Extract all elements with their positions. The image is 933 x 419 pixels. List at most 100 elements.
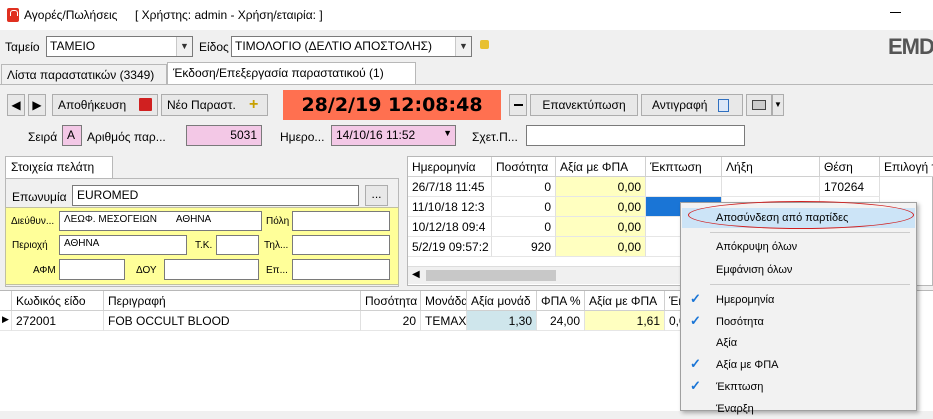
- row-indicator-icon: ▶: [0, 311, 12, 331]
- column-header[interactable]: Αξία με ΦΠΑ: [585, 291, 665, 311]
- arithmos-field[interactable]: 5031: [186, 125, 262, 146]
- column-header[interactable]: Περιγραφή: [104, 291, 361, 311]
- arithmos-value: 5031: [230, 128, 257, 142]
- new-document-button[interactable]: Νέο Παραστ. +: [161, 94, 268, 116]
- table-cell[interactable]: 1,61: [585, 311, 665, 331]
- table-cell[interactable]: [646, 177, 722, 197]
- column-header[interactable]: Αξία μονάδ: [467, 291, 537, 311]
- next-button[interactable]: ▶: [28, 94, 46, 116]
- area-field[interactable]: ΑΘΗΝΑ: [59, 235, 187, 255]
- tameio-value: ΤΑΜΕΙΟ: [50, 39, 96, 53]
- table-cell[interactable]: 170264: [820, 177, 880, 197]
- tk-field[interactable]: [216, 235, 259, 255]
- window-title: Αγορές/Πωλήσεις: [24, 8, 118, 22]
- menu-item[interactable]: Εμφάνιση όλων: [682, 260, 915, 280]
- column-header[interactable]: ΦΠΑ %: [537, 291, 585, 311]
- table-cell[interactable]: 11/10/18 12:3: [408, 197, 492, 217]
- address-field[interactable]: ΛΕΩΦ. ΜΕΣΟΓΕΙΩΝ ΑΘΗΝΑ: [59, 211, 262, 231]
- menu-item-label: Εμφάνιση όλων: [716, 264, 793, 276]
- table-cell[interactable]: 24,00: [537, 311, 585, 331]
- column-header[interactable]: Ποσότητα: [361, 291, 421, 311]
- table-cell[interactable]: 920: [492, 237, 556, 257]
- column-header[interactable]: Επιλογή τ: [880, 157, 933, 177]
- chevron-down-icon[interactable]: ▼: [176, 37, 192, 56]
- sxet-field[interactable]: [526, 125, 745, 146]
- context-menu-items: Αποσύνδεση από παρτίδες Απόκρυψη όλων Εμφά…: [680, 202, 917, 415]
- table-cell[interactable]: 0,00: [556, 237, 646, 257]
- doy-label: ΔΟΥ: [136, 265, 157, 276]
- chevron-down-icon[interactable]: ▼: [443, 128, 452, 138]
- checkmark-icon: ✓: [690, 291, 701, 306]
- copy-label: Αντιγραφή: [652, 98, 708, 112]
- menu-item[interactable]: ✓ Ποσότητα: [682, 312, 915, 332]
- eidos-select[interactable]: ΤΙΜΟΛΟΓΙΟ (ΔΕΛΤΙΟ ΑΠΟΣΤΟΛΗΣ) ▼: [231, 36, 472, 57]
- horizontal-scrollbar[interactable]: ◀: [408, 266, 680, 284]
- column-header[interactable]: Ημερομηνία: [408, 157, 492, 177]
- date-field[interactable]: 14/10/16 11:52 ▼: [331, 125, 456, 146]
- tab-document-edit[interactable]: Έκδοση/Επεξεργασία παραστατικού (1): [167, 62, 416, 84]
- menu-item[interactable]: Έναρξη: [682, 399, 915, 419]
- lock-icon[interactable]: [480, 40, 489, 49]
- column-header[interactable]: Μονάδα: [421, 291, 467, 311]
- column-header[interactable]: Θέση: [820, 157, 880, 177]
- table-cell[interactable]: 0: [492, 177, 556, 197]
- table-cell[interactable]: 0,00: [556, 177, 646, 197]
- dots-label: ...: [371, 187, 382, 201]
- ep-field[interactable]: [292, 259, 390, 280]
- datetime-display: 28/2/19 12:08:48: [283, 90, 501, 120]
- eidos-value: ΤΙΜΟΛΟΓΙΟ (ΔΕΛΤΙΟ ΑΠΟΣΤΟΛΗΣ): [235, 39, 433, 53]
- column-header[interactable]: Αξία με ΦΠΑ: [556, 157, 646, 177]
- table-cell[interactable]: 10/12/18 09:4: [408, 217, 492, 237]
- seira-field[interactable]: A: [62, 125, 82, 146]
- table-cell[interactable]: 26/7/18 11:45: [408, 177, 492, 197]
- title-bar: Αγορές/Πωλήσεις [ Χρήστης: admin - Χρήση…: [0, 0, 933, 30]
- menu-item[interactable]: ✓ Έκπτωση: [682, 377, 915, 397]
- city-field[interactable]: [292, 211, 390, 231]
- lookup-button[interactable]: ...: [365, 185, 388, 206]
- scrollbar-thumb[interactable]: [426, 270, 556, 281]
- table-cell[interactable]: 0,00: [556, 197, 646, 217]
- copy-icon: [718, 99, 729, 112]
- column-header[interactable]: Ποσότητα: [492, 157, 556, 177]
- tameio-select[interactable]: ΤΑΜΕΙΟ ▼: [46, 36, 193, 57]
- table-cell[interactable]: 20: [361, 311, 421, 331]
- column-header[interactable]: Κωδικός είδο: [12, 291, 104, 311]
- afm-field[interactable]: [59, 259, 125, 280]
- tab-customer[interactable]: Στοιχεία πελάτη: [5, 156, 113, 178]
- reprint-button[interactable]: Επανεκτύπωση: [530, 94, 638, 116]
- table-cell[interactable]: [722, 177, 820, 197]
- sxet-label: Σχετ.Π...: [472, 130, 518, 144]
- minimize-icon[interactable]: [890, 12, 901, 13]
- table-cell[interactable]: 0: [492, 217, 556, 237]
- chevron-down-icon[interactable]: ▼: [455, 37, 471, 56]
- doy-field[interactable]: [164, 259, 259, 280]
- minus-button[interactable]: [509, 94, 527, 116]
- checkmark-icon: ✓: [690, 313, 701, 328]
- tab-document-list[interactable]: Λίστα παραστατικών (3349): [1, 64, 167, 84]
- table-cell[interactable]: 0: [492, 197, 556, 217]
- tk-label: Τ.Κ.: [195, 240, 213, 251]
- phone-field[interactable]: [292, 235, 390, 255]
- name-field[interactable]: EUROMED: [72, 185, 359, 206]
- table-cell[interactable]: 0,00: [556, 217, 646, 237]
- menu-item[interactable]: ✓ Ημερομηνία: [682, 290, 915, 310]
- table-cell[interactable]: 1,30: [467, 311, 537, 331]
- menu-item[interactable]: Αξία: [682, 333, 915, 353]
- column-header[interactable]: Λήξη: [722, 157, 820, 177]
- table-cell[interactable]: 272001: [12, 311, 104, 331]
- menu-item[interactable]: ✓ Αξία με ΦΠΑ: [682, 355, 915, 375]
- column-header[interactable]: Έκπτωση: [646, 157, 722, 177]
- copy-button[interactable]: Αντιγραφή: [641, 94, 743, 116]
- menu-item[interactable]: Απόκρυψη όλων: [682, 237, 915, 257]
- table-cell[interactable]: TEMAX: [421, 311, 467, 331]
- save-button[interactable]: Αποθήκευση: [52, 94, 158, 116]
- area-value: ΑΘΗΝΑ: [64, 238, 100, 249]
- table-cell[interactable]: 5/2/19 09:57:2: [408, 237, 492, 257]
- minus-icon: [514, 104, 523, 106]
- print-button[interactable]: [746, 94, 772, 116]
- prev-button[interactable]: ◀: [7, 94, 25, 116]
- table-cell[interactable]: FOB OCCULT BLOOD: [104, 311, 361, 331]
- menu-item-label: Αξία με ΦΠΑ: [716, 359, 779, 371]
- print-dropdown-button[interactable]: ▼: [772, 94, 784, 116]
- chevron-left-icon[interactable]: ◀: [412, 269, 420, 280]
